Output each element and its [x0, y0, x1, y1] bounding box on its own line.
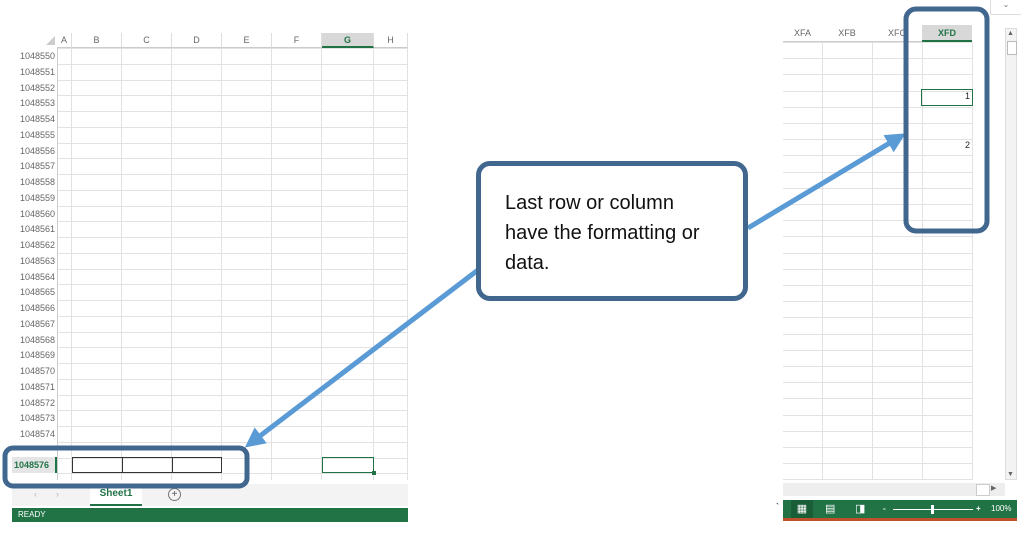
callout-box: Last row or column have the formatting o… [476, 161, 748, 301]
callout-text: Last row or column have the formatting o… [505, 192, 700, 274]
arrow-to-last-row [244, 268, 480, 448]
last-column-highlight [903, 6, 990, 234]
last-row-highlight [2, 445, 250, 489]
arrow-to-last-column [746, 133, 906, 231]
